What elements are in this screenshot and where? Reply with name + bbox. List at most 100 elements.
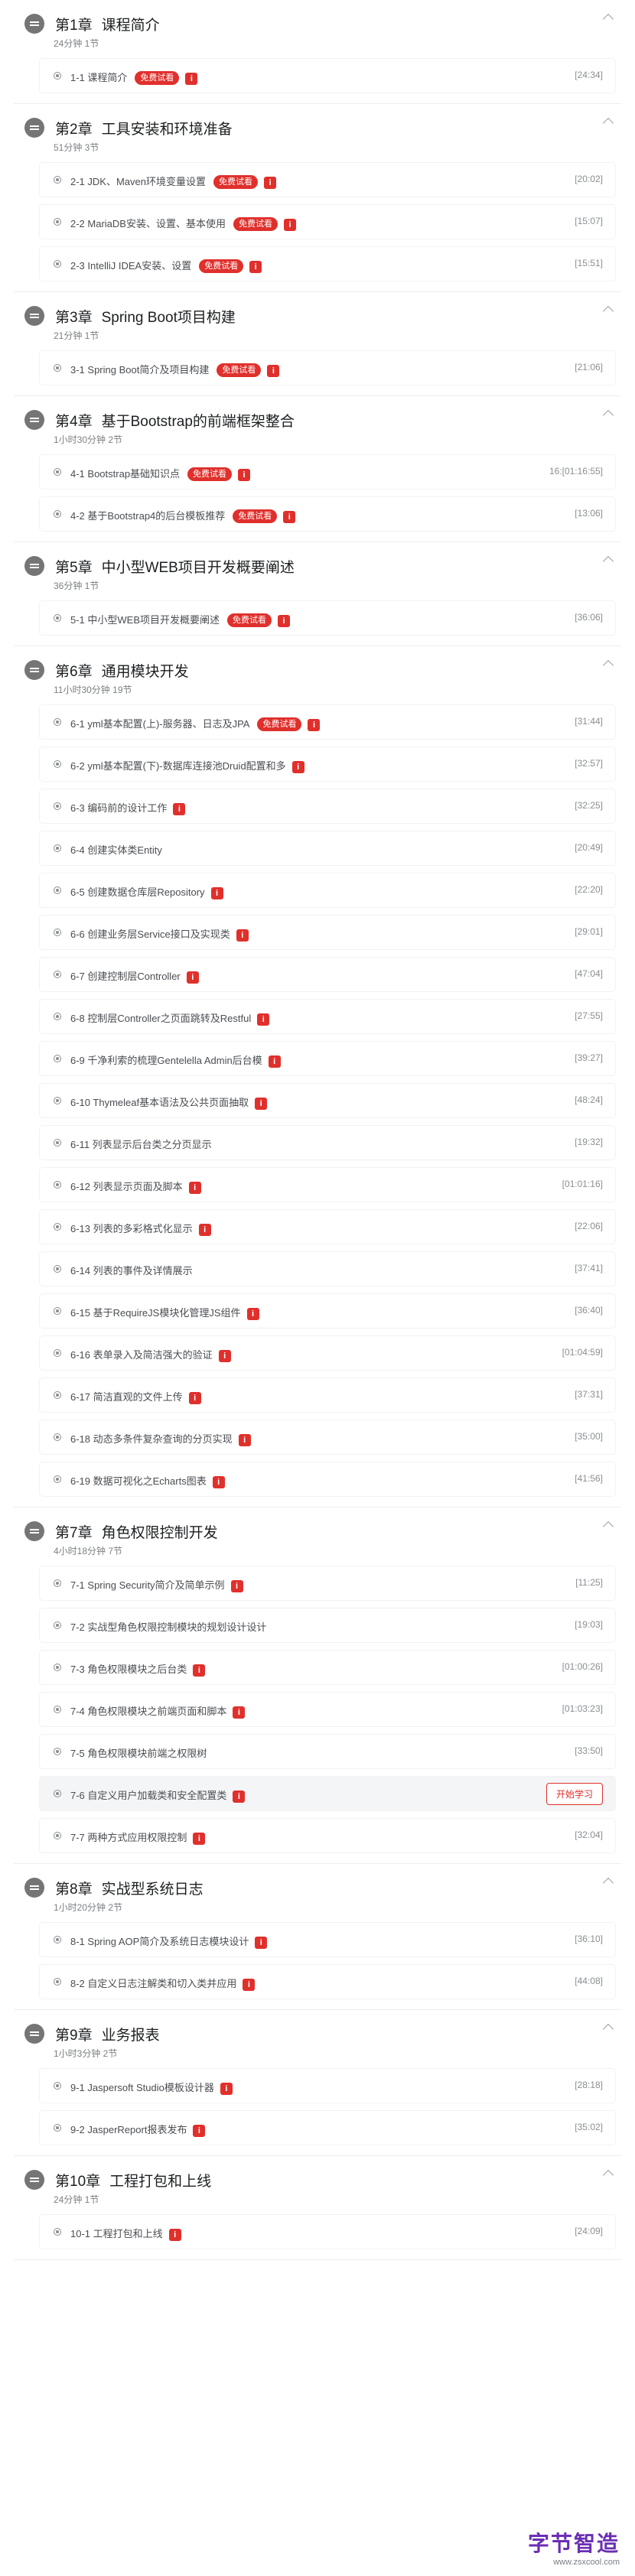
lesson-title[interactable]: 7-6 自定义用户加载类和安全配置类 (70, 1790, 226, 1801)
lesson-item[interactable]: 3-1 Spring Boot简介及项目构建 免费试看 i [21:06] (40, 351, 615, 385)
lesson-title[interactable]: 3-1 Spring Boot简介及项目构建 (70, 364, 209, 376)
lesson-item[interactable]: 6-16 表单录入及简洁强大的验证 i [01:04:59] (40, 1336, 615, 1370)
lesson-title[interactable]: 6-7 创建控制层Controller (70, 971, 181, 982)
start-learning-button[interactable]: 开始学习 (545, 1783, 603, 1805)
lesson-title[interactable]: 2-3 IntelliJ IDEA安装、设置 (70, 260, 191, 272)
lesson-title[interactable]: 6-1 yml基本配置(上)-服务器、日志及JPA (70, 718, 249, 730)
lesson-title[interactable]: 7-4 角色权限模块之前端页面和脚本 (70, 1706, 226, 1717)
lesson-item[interactable]: 6-10 Thymeleaf基本语法及公共页面抽取 i [48:24] (40, 1084, 615, 1117)
lesson-item[interactable]: 6-7 创建控制层Controller i [47:04] (40, 958, 615, 991)
free-trial-badge[interactable]: 免费试看 (233, 217, 278, 231)
lesson-item[interactable]: 6-6 创建业务层Service接口及实现类 i [29:01] (40, 916, 615, 949)
lesson-title[interactable]: 6-5 创建数据仓库层Repository (70, 886, 205, 898)
lesson-item[interactable]: 1-1 课程简介 免费试看 i [24:34] (40, 59, 615, 93)
lesson-item[interactable]: 5-1 中小型WEB项目开发概要阐述 免费试看 i [36:06] (40, 601, 615, 635)
lesson-title[interactable]: 6-6 创建业务层Service接口及实现类 (70, 929, 230, 940)
chevron-up-icon[interactable] (602, 659, 614, 672)
lesson-item[interactable]: 2-3 IntelliJ IDEA安装、设置 免费试看 i [15:51] (40, 247, 615, 281)
lesson-item[interactable]: 7-2 实战型角色权限控制模块的规划设计设计 [19:03] (40, 1608, 615, 1642)
free-trial-badge[interactable]: 免费试看 (199, 259, 244, 273)
free-trial-badge[interactable]: 免费试看 (187, 467, 233, 481)
chevron-up-icon[interactable] (602, 1877, 614, 1889)
lesson-item[interactable]: 9-1 Jaspersoft Studio模板设计器 i [28:18] (40, 2069, 615, 2103)
lesson-title[interactable]: 4-2 基于Bootstrap4的后台模板推荐 (70, 510, 225, 522)
lesson-item[interactable]: 2-2 MariaDB安装、设置、基本使用 免费试看 i [15:07] (40, 205, 615, 239)
lesson-item[interactable]: 6-14 列表的事件及详情展示 [37:41] (40, 1252, 615, 1286)
free-trial-badge[interactable]: 免费试看 (227, 613, 272, 627)
chapter-header[interactable]: 第5章 中小型WEB项目开发概要阐述 36分钟 1节 (14, 548, 621, 593)
lesson-title[interactable]: 9-2 JasperReport报表发布 (70, 2124, 187, 2135)
lesson-item[interactable]: 7-4 角色权限模块之前端页面和脚本 i [01:03:23] (40, 1693, 615, 1726)
lesson-title[interactable]: 6-16 表单录入及简洁强大的验证 (70, 1349, 213, 1361)
lesson-title[interactable]: 6-18 动态多条件复杂查询的分页实现 (70, 1433, 233, 1445)
lesson-title[interactable]: 6-17 简洁直观的文件上传 (70, 1391, 183, 1403)
lesson-item[interactable]: 6-8 控制层Controller之页面跳转及Restful i [27:55] (40, 1000, 615, 1033)
lesson-title[interactable]: 1-1 课程简介 (70, 72, 127, 83)
chevron-up-icon[interactable] (602, 2169, 614, 2181)
chapter-header[interactable]: 第8章 实战型系统日志 1小时20分钟 2节 (14, 1870, 621, 1914)
lesson-title[interactable]: 6-19 数据可视化之Echarts图表 (70, 1475, 207, 1487)
lesson-item[interactable]: 4-1 Bootstrap基础知识点 免费试看 i 16:[01:16:55] (40, 455, 615, 489)
lesson-item[interactable]: 4-2 基于Bootstrap4的后台模板推荐 免费试看 i [13:06] (40, 497, 615, 531)
chevron-up-icon[interactable] (602, 305, 614, 317)
chapter-header[interactable]: 第1章 课程简介 24分钟 1节 (14, 6, 621, 50)
lesson-item[interactable]: 6-1 yml基本配置(上)-服务器、日志及JPA 免费试看 i [31:44] (40, 705, 615, 739)
lesson-item[interactable]: 6-12 列表显示页面及脚本 i [01:01:16] (40, 1168, 615, 1202)
chevron-up-icon[interactable] (602, 117, 614, 129)
free-trial-badge[interactable]: 免费试看 (233, 509, 278, 523)
lesson-title[interactable]: 8-1 Spring AOP简介及系统日志模块设计 (70, 1936, 249, 1947)
lesson-title[interactable]: 6-4 创建实体类Entity (70, 844, 162, 856)
lesson-title[interactable]: 5-1 中小型WEB项目开发概要阐述 (70, 614, 220, 626)
free-trial-badge[interactable]: 免费试看 (257, 717, 302, 731)
free-trial-badge[interactable]: 免费试看 (135, 71, 180, 85)
lesson-title[interactable]: 7-1 Spring Security简介及简单示例 (70, 1579, 225, 1591)
lesson-item[interactable]: 6-2 yml基本配置(下)-数据库连接池Druid配置和多 i [32:57] (40, 747, 615, 781)
chapter-header[interactable]: 第7章 角色权限控制开发 4小时18分钟 7节 (14, 1514, 621, 1558)
chevron-up-icon[interactable] (602, 2023, 614, 2035)
lesson-title[interactable]: 6-8 控制层Controller之页面跳转及Restful (70, 1013, 251, 1024)
lesson-title[interactable]: 6-13 列表的多彩格式化显示 (70, 1223, 193, 1234)
lesson-item[interactable]: 7-1 Spring Security简介及简单示例 i [11:25] (40, 1566, 615, 1600)
lesson-item[interactable]: 6-11 列表显示后台类之分页显示 [19:32] (40, 1126, 615, 1160)
free-trial-badge[interactable]: 免费试看 (213, 175, 258, 189)
chevron-up-icon[interactable] (602, 1521, 614, 1533)
lesson-title[interactable]: 2-1 JDK、Maven环境变量设置 (70, 176, 206, 187)
free-trial-badge[interactable]: 免费试看 (217, 363, 262, 377)
chapter-header[interactable]: 第4章 基于Bootstrap的前端框架整合 1小时30分钟 2节 (14, 402, 621, 447)
lesson-title[interactable]: 7-2 实战型角色权限控制模块的规划设计设计 (70, 1621, 266, 1633)
lesson-item[interactable]: 6-15 基于RequireJS模块化管理JS组件 i [36:40] (40, 1294, 615, 1328)
lesson-title[interactable]: 6-14 列表的事件及详情展示 (70, 1265, 193, 1277)
lesson-title[interactable]: 6-15 基于RequireJS模块化管理JS组件 (70, 1307, 241, 1319)
chevron-up-icon[interactable] (602, 13, 614, 25)
lesson-title[interactable]: 4-1 Bootstrap基础知识点 (70, 468, 180, 480)
chapter-header[interactable]: 第9章 业务报表 1小时3分钟 2节 (14, 2016, 621, 2060)
chapter-header[interactable]: 第6章 通用模块开发 11小时30分钟 19节 (14, 652, 621, 697)
chapter-header[interactable]: 第3章 Spring Boot项目构建 21分钟 1节 (14, 298, 621, 343)
lesson-item[interactable]: 6-3 编码前的设计工作 i [32:25] (40, 789, 615, 823)
lesson-item[interactable]: 7-6 自定义用户加载类和安全配置类 i 开始学习 (40, 1777, 615, 1810)
lesson-item[interactable]: 10-1 工程打包和上线 i [24:09] (40, 2215, 615, 2249)
lesson-title[interactable]: 6-2 yml基本配置(下)-数据库连接池Druid配置和多 (70, 760, 286, 772)
lesson-title[interactable]: 2-2 MariaDB安装、设置、基本使用 (70, 218, 226, 229)
chapter-header[interactable]: 第2章 工具安装和环境准备 51分钟 3节 (14, 110, 621, 154)
lesson-item[interactable]: 6-17 简洁直观的文件上传 i [37:31] (40, 1378, 615, 1412)
lesson-item[interactable]: 2-1 JDK、Maven环境变量设置 免费试看 i [20:02] (40, 163, 615, 197)
lesson-title[interactable]: 9-1 Jaspersoft Studio模板设计器 (70, 2082, 214, 2093)
lesson-item[interactable]: 9-2 JasperReport报表发布 i [35:02] (40, 2111, 615, 2145)
lesson-item[interactable]: 6-18 动态多条件复杂查询的分页实现 i [35:00] (40, 1420, 615, 1454)
lesson-item[interactable]: 8-2 自定义日志注解类和切入类并应用 i [44:08] (40, 1965, 615, 1999)
lesson-title[interactable]: 6-11 列表显示后台类之分页显示 (70, 1139, 212, 1150)
lesson-item[interactable]: 6-19 数据可视化之Echarts图表 i [41:56] (40, 1462, 615, 1496)
lesson-title[interactable]: 6-9 千净利索的梳理Gentelella Admin后台模 (70, 1055, 262, 1066)
chevron-up-icon[interactable] (602, 409, 614, 421)
lesson-title[interactable]: 7-5 角色权限模块前端之权限树 (70, 1748, 207, 1759)
lesson-title[interactable]: 8-2 自定义日志注解类和切入类并应用 (70, 1978, 236, 1989)
lesson-item[interactable]: 7-3 角色权限模块之后台类 i [01:00:26] (40, 1651, 615, 1684)
lesson-title[interactable]: 6-10 Thymeleaf基本语法及公共页面抽取 (70, 1097, 249, 1108)
lesson-item[interactable]: 6-13 列表的多彩格式化显示 i [22:06] (40, 1210, 615, 1244)
lesson-item[interactable]: 8-1 Spring AOP简介及系统日志模块设计 i [36:10] (40, 1923, 615, 1956)
lesson-item[interactable]: 6-9 千净利索的梳理Gentelella Admin后台模 i [39:27] (40, 1042, 615, 1075)
lesson-item[interactable]: 7-7 两种方式应用权限控制 i [32:04] (40, 1819, 615, 1852)
lesson-item[interactable]: 6-4 创建实体类Entity [20:49] (40, 831, 615, 865)
lesson-title[interactable]: 6-3 编码前的设计工作 (70, 802, 167, 814)
